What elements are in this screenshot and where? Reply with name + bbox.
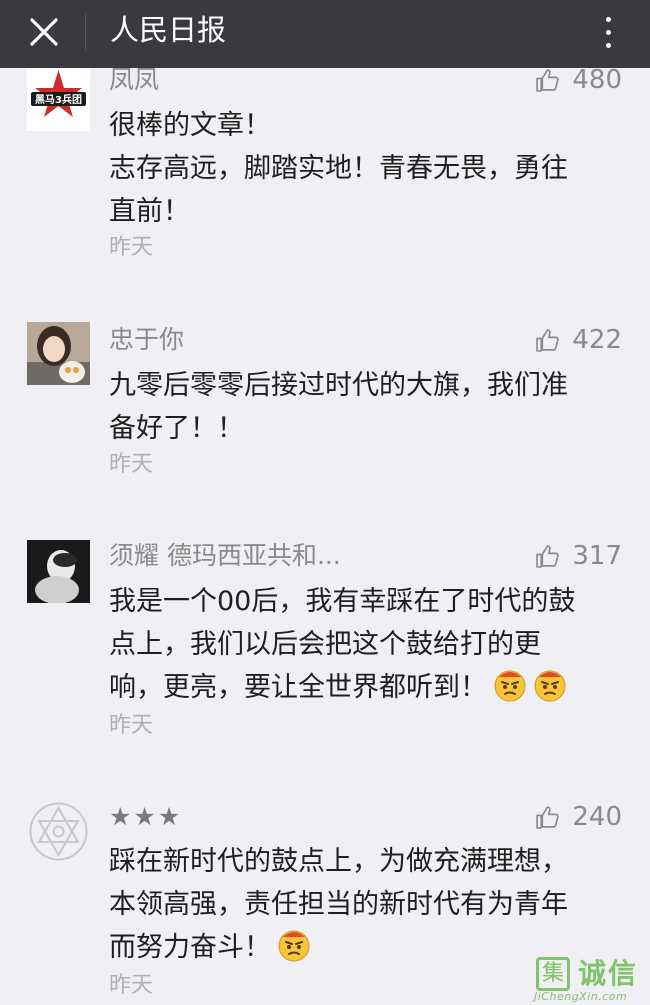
comment-text: 九零后零零后接过时代的大旗，我们准 备好了！！ <box>109 370 568 444</box>
comment-username[interactable]: 凤凤 <box>109 64 159 96</box>
top-bar: 人民日报 <box>0 0 650 68</box>
watermark-url: JiChengXin.com <box>534 990 628 1003</box>
comment-username[interactable]: 须耀 德玛西亚共和... <box>109 540 341 572</box>
thumbs-up-icon <box>536 805 560 829</box>
comment-text: 踩在新时代的鼓点上，为做充满理想， 本领高强，责任担当的新时代有为青年 而努力奋… <box>109 846 568 963</box>
like-button[interactable]: 240 <box>535 801 622 833</box>
comment-time: 昨天 <box>109 973 154 998</box>
page-title: 人民日报 <box>110 13 227 47</box>
like-button[interactable]: 317 <box>535 540 622 572</box>
avatar[interactable] <box>27 540 90 603</box>
watermark-logo: 集 <box>536 957 570 991</box>
comment-time: 昨天 <box>109 713 154 738</box>
like-count: 317 <box>572 541 622 571</box>
more-vertical-icon <box>605 16 611 22</box>
watermark-text: 诚信 <box>578 957 639 990</box>
close-button[interactable] <box>22 10 66 54</box>
thumbs-up-icon <box>536 68 560 92</box>
angry-face-emoji-icon <box>494 670 526 702</box>
close-icon <box>30 18 58 46</box>
comment-text: 很棒的文章！ 志存高远，脚踏实地！青春无畏，勇往 直前！ <box>109 110 568 227</box>
svg-text:黑马3兵团: 黑马3兵团 <box>35 93 82 106</box>
hexagram-avatar <box>27 800 90 863</box>
thumbs-up-icon <box>536 544 560 568</box>
avatar[interactable] <box>27 800 90 863</box>
angry-face-emoji-icon <box>534 670 566 702</box>
thumbs-up-icon <box>536 328 560 352</box>
comment-username[interactable]: ★★★ <box>109 801 182 833</box>
angry-face-emoji-icon <box>278 930 310 962</box>
comment-username[interactable]: 忠于你 <box>109 324 184 356</box>
user-photo-avatar <box>27 540 90 603</box>
avatar[interactable]: 黑马3兵团 <box>27 68 90 131</box>
like-count: 422 <box>572 325 622 355</box>
avatar[interactable] <box>27 322 90 385</box>
comment-time: 昨天 <box>109 452 154 477</box>
header-divider <box>85 14 86 50</box>
watermark: 集 诚信 JiChengXin.com <box>528 955 650 1005</box>
team-logo-avatar: 黑马3兵团 <box>27 68 90 131</box>
comment-text: 我是一个00后，我有幸踩在了时代的鼓 点上，我们以后会把这个鼓给打的更 响，更亮… <box>109 586 576 703</box>
comment-time: 昨天 <box>109 235 154 260</box>
like-button[interactable]: 480 <box>535 64 622 96</box>
like-button[interactable]: 422 <box>535 324 622 356</box>
like-count: 240 <box>572 802 622 832</box>
like-count: 480 <box>572 65 622 95</box>
more-button[interactable] <box>590 8 626 56</box>
user-photo-avatar <box>27 322 90 385</box>
